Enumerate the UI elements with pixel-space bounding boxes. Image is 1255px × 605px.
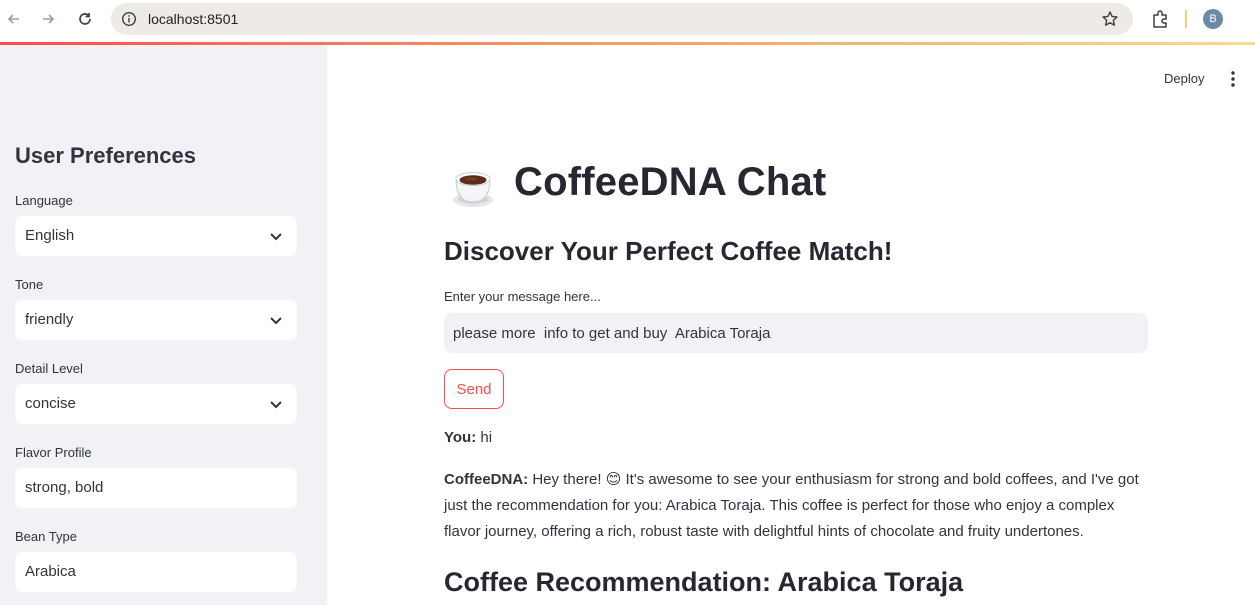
url-text: localhost:8501 — [148, 11, 239, 27]
bean-type-label: Bean Type — [15, 529, 77, 544]
chevron-down-icon — [269, 229, 283, 243]
extensions-icon[interactable] — [1150, 9, 1170, 29]
send-button[interactable]: Send — [444, 369, 504, 409]
browser-toolbar: localhost:8501 B — [0, 0, 1255, 42]
main-menu-icon[interactable] — [1225, 70, 1241, 88]
tone-value: friendly — [25, 311, 74, 328]
profile-avatar[interactable]: B — [1203, 9, 1223, 29]
flavor-profile-value: strong, bold — [25, 479, 104, 496]
toolbar-separator — [1185, 10, 1187, 28]
message-input-label: Enter your message here... — [444, 289, 601, 304]
forward-icon[interactable] — [37, 8, 59, 30]
chat-text: Hey there! 😊 It's awesome to see your en… — [444, 471, 1139, 540]
language-label: Language — [15, 193, 73, 208]
chat-speaker: You: — [444, 429, 477, 446]
detail-level-value: concise — [25, 395, 76, 412]
bean-type-input[interactable]: Arabica — [15, 552, 297, 592]
language-value: English — [25, 227, 75, 244]
recommendation-heading: Coffee Recommendation: Arabica Toraja — [444, 567, 964, 597]
chevron-down-icon — [269, 397, 283, 411]
site-info-icon[interactable] — [121, 11, 137, 27]
bean-type-value: Arabica — [25, 563, 76, 580]
tone-label: Tone — [15, 277, 44, 292]
sidebar-title: User Preferences — [15, 143, 197, 168]
detail-level-select[interactable]: concise — [15, 384, 297, 424]
detail-level-label: Detail Level — [15, 361, 83, 376]
flavor-profile-input[interactable]: strong, bold — [15, 468, 297, 508]
deploy-button[interactable]: Deploy — [1164, 71, 1204, 86]
tone-select[interactable]: friendly — [15, 300, 297, 340]
coffee-cup-icon — [449, 162, 497, 210]
chat-message-assistant: CoffeeDNA: Hey there! 😊 It's awesome to … — [444, 467, 1144, 545]
bookmark-star-icon[interactable] — [1101, 10, 1119, 28]
address-bar[interactable]: localhost:8501 — [111, 3, 1133, 35]
chevron-down-icon — [269, 313, 283, 327]
chat-speaker: CoffeeDNA: — [444, 471, 529, 488]
back-icon[interactable] — [3, 8, 25, 30]
flavor-profile-label: Flavor Profile — [15, 445, 92, 460]
language-select[interactable]: English — [15, 216, 297, 256]
message-input[interactable] — [444, 313, 1148, 353]
reload-icon[interactable] — [74, 8, 96, 30]
chat-message-user: You: hi — [444, 425, 1144, 451]
page-title: CoffeeDNA Chat — [514, 160, 827, 204]
chat-text: hi — [480, 429, 493, 446]
page-subtitle: Discover Your Perfect Coffee Match! — [444, 236, 893, 266]
